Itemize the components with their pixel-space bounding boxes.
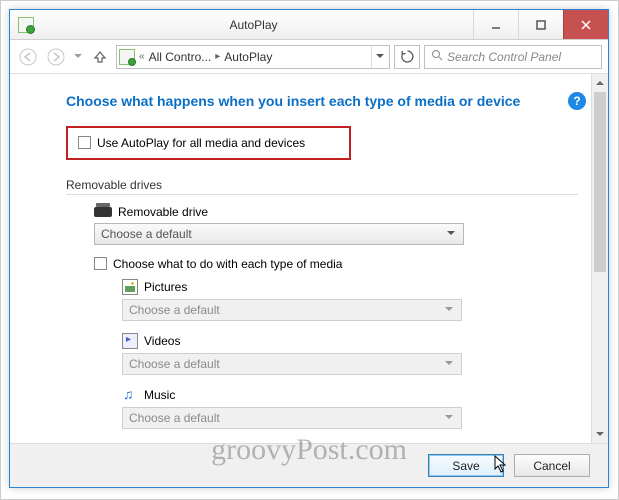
scroll-up-button[interactable] [592,74,608,91]
videos-value: Choose a default [129,357,220,371]
window-title: AutoPlay [34,18,473,32]
vertical-scrollbar[interactable] [591,74,608,443]
music-row: Music [122,387,578,403]
removable-drives-header: Removable drives [66,178,578,192]
autoplay-window: AutoPlay « All Cont [9,9,609,488]
pictures-icon [122,279,138,295]
search-input[interactable]: Search Control Panel [424,45,602,69]
close-button[interactable] [563,10,608,39]
each-type-row: Choose what to do with each type of medi… [94,257,578,271]
global-autoplay-checkbox[interactable] [78,136,91,149]
videos-icon [122,333,138,349]
pictures-row: Pictures [122,279,578,295]
forward-button[interactable] [44,45,68,69]
recent-dropdown[interactable] [72,45,84,69]
search-icon [431,49,443,64]
chevron-down-icon [441,300,457,320]
back-button[interactable] [16,45,40,69]
global-autoplay-label: Use AutoPlay for all media and devices [97,136,305,150]
removable-drive-value: Choose a default [101,227,192,241]
search-placeholder: Search Control Panel [447,50,561,64]
titlebar: AutoPlay [10,10,608,40]
scroll-thumb[interactable] [594,92,606,272]
pictures-dropdown[interactable]: Choose a default [122,299,462,321]
breadcrumb-parent[interactable]: All Contro... [149,50,212,64]
minimize-button[interactable] [473,10,518,39]
address-dropdown[interactable] [371,46,387,68]
control-panel-icon [119,49,135,65]
navbar: « All Contro... ▸ AutoPlay Search Contro… [10,40,608,74]
chevron-down-icon [441,354,457,374]
pictures-value: Choose a default [129,303,220,317]
videos-label: Videos [144,334,180,348]
each-type-checkbox[interactable] [94,257,107,270]
window-controls [473,10,608,39]
page-title: Choose what happens when you insert each… [66,92,578,112]
address-bar[interactable]: « All Contro... ▸ AutoPlay [116,45,390,69]
refresh-button[interactable] [394,45,420,69]
music-dropdown[interactable]: Choose a default [122,407,462,429]
music-value: Choose a default [129,411,220,425]
chevron-down-icon [441,408,457,428]
save-button[interactable]: Save [428,454,504,477]
crumb-sep-icon: « [139,51,145,62]
each-type-label: Choose what to do with each type of medi… [113,257,342,271]
music-icon [122,387,138,403]
content-area: ? Choose what happens when you insert ea… [10,74,608,443]
removable-drive-label: Removable drive [118,205,208,219]
autoplay-app-icon [18,17,34,33]
maximize-button[interactable] [518,10,563,39]
videos-row: Videos [122,333,578,349]
divider [66,194,578,195]
music-label: Music [144,388,175,402]
removable-drive-dropdown[interactable]: Choose a default [94,223,464,245]
scroll-down-button[interactable] [592,426,608,443]
help-icon[interactable]: ? [568,92,586,110]
chevron-down-icon [443,224,459,244]
breadcrumb-current[interactable]: AutoPlay [224,50,272,64]
button-bar: Save Cancel [10,443,608,487]
videos-dropdown[interactable]: Choose a default [122,353,462,375]
pictures-label: Pictures [144,280,187,294]
global-autoplay-row: Use AutoPlay for all media and devices [66,126,351,160]
drive-icon [94,207,112,217]
up-button[interactable] [88,45,112,69]
cancel-button[interactable]: Cancel [514,454,590,477]
removable-drive-row: Removable drive [94,205,578,219]
chevron-right-icon: ▸ [215,51,220,62]
